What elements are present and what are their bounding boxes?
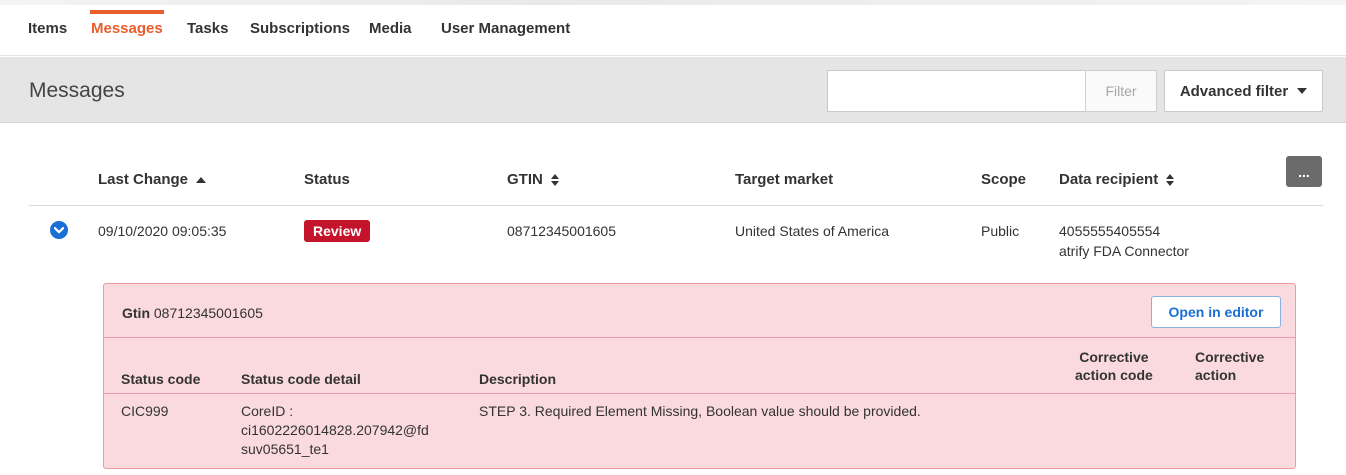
column-label: Target market — [735, 171, 834, 188]
column-gtin[interactable]: GTIN — [507, 171, 559, 188]
detail-line: suv05651_te1 — [241, 441, 329, 457]
column-label: Data recipient — [1059, 171, 1159, 188]
top-navigation: Items Messages Tasks Subscriptions Media… — [0, 0, 1346, 56]
detail-col-corrective-action: Corrective action — [1195, 348, 1264, 384]
detail-col-status-code: Status code — [121, 371, 201, 387]
row-recipient-gln: 4055555405554 — [1059, 223, 1161, 239]
detail-col-corrective-action-code: Corrective action code — [1075, 348, 1153, 384]
status-badge: Review — [304, 220, 371, 242]
message-detail-panel: Gtin 08712345001605 Open in editor Statu… — [103, 283, 1296, 469]
detail-col-status-code-detail: Status code detail — [241, 371, 361, 387]
detail-col-description: Description — [479, 371, 557, 387]
row-recipient-name: atrify FDA Connector — [1059, 243, 1189, 259]
sort-ascending-icon — [196, 176, 207, 183]
header-line: action — [1195, 367, 1237, 383]
chevron-down-icon[interactable] — [50, 221, 68, 239]
detail-gtin-value: 08712345001605 — [153, 305, 263, 321]
column-target-market: Target market — [735, 171, 833, 188]
detail-status-code-detail: CoreID : ci1602226014828.207942@fd suv05… — [241, 402, 429, 459]
filter-input[interactable] — [827, 70, 1086, 112]
column-data-recipient[interactable]: Data recipient — [1059, 171, 1175, 188]
detail-description: STEP 3. Required Element Missing, Boolea… — [479, 403, 921, 419]
advanced-filter-button[interactable]: Advanced filter — [1164, 70, 1323, 112]
detail-panel-header: Gtin 08712345001605 Open in editor — [104, 284, 1295, 338]
open-in-editor-button[interactable]: Open in editor — [1151, 296, 1281, 328]
row-target-market: United States of America — [735, 223, 890, 239]
column-scope: Scope — [981, 171, 1026, 188]
detail-line: CoreID : — [241, 403, 294, 419]
more-options-button[interactable]: ... — [1286, 156, 1322, 187]
tab-subscriptions[interactable]: Subscriptions — [250, 0, 350, 56]
header-line: Corrective — [1195, 349, 1265, 365]
column-label: Last Change — [98, 171, 189, 188]
page-header: Messages Filter Advanced filter — [0, 57, 1346, 123]
detail-header-divider — [104, 393, 1295, 394]
page-title: Messages — [29, 79, 125, 102]
tab-user-management[interactable]: User Management — [441, 0, 570, 56]
column-label: Scope — [981, 171, 1027, 188]
column-label: Status — [304, 171, 350, 188]
sort-icon — [1166, 173, 1175, 186]
caret-down-icon — [1297, 88, 1308, 94]
detail-gtin: Gtin 08712345001605 — [122, 305, 263, 321]
column-last-change[interactable]: Last Change — [98, 171, 207, 188]
row-scope: Public — [981, 223, 1020, 239]
tab-items[interactable]: Items — [28, 0, 67, 56]
sort-icon — [550, 173, 559, 186]
header-line: action code — [1075, 367, 1153, 383]
tab-media[interactable]: Media — [369, 0, 412, 56]
advanced-filter-label: Advanced filter — [1179, 82, 1289, 100]
header-line: Corrective — [1079, 349, 1149, 365]
detail-gtin-label: Gtin — [122, 305, 150, 321]
tab-tasks[interactable]: Tasks — [187, 0, 228, 56]
tab-messages[interactable]: Messages — [90, 0, 164, 56]
row-gtin: 08712345001605 — [507, 223, 617, 239]
column-label: GTIN — [507, 171, 543, 188]
detail-status-code: CIC999 — [121, 403, 169, 419]
detail-line: ci1602226014828.207942@fd — [241, 422, 429, 438]
row-last-change: 09/10/2020 09:05:35 — [98, 223, 227, 239]
filter-button[interactable]: Filter — [1085, 70, 1157, 112]
header-divider — [29, 205, 1323, 206]
column-status: Status — [304, 171, 350, 188]
